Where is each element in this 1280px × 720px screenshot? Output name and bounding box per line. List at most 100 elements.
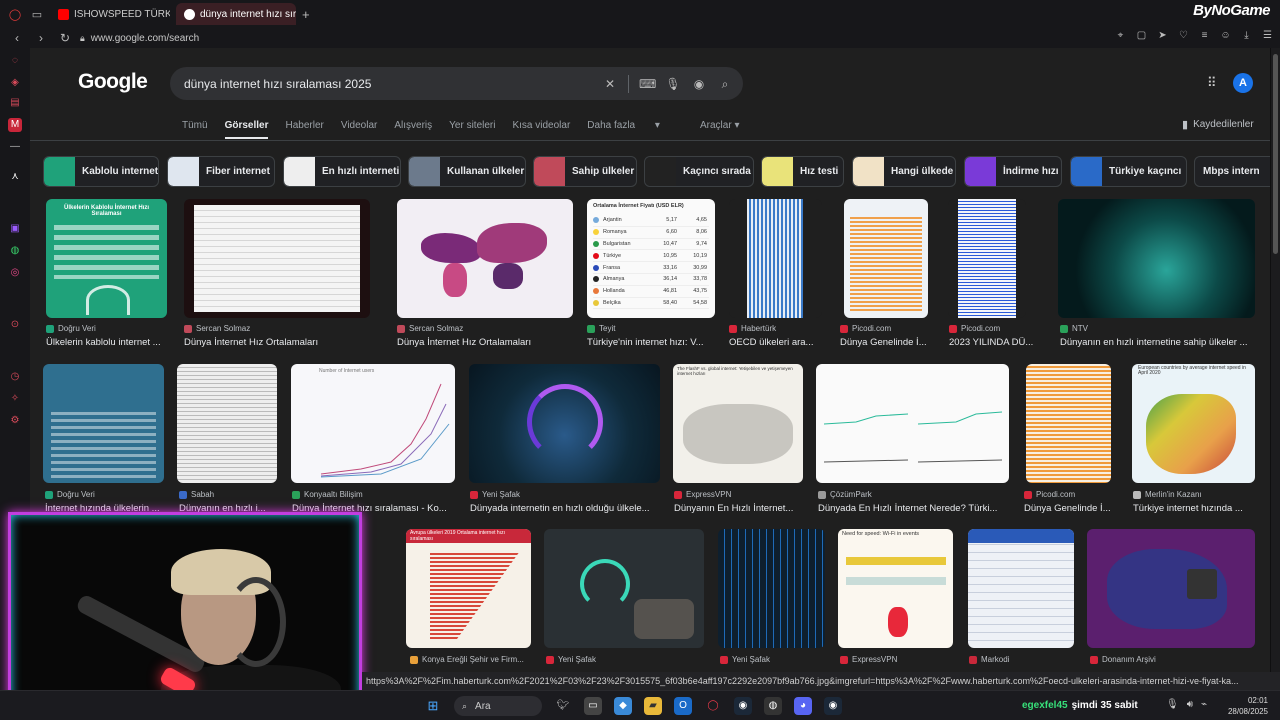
result-title-8[interactable]: Dünyanın en hızlı internetine sahip ülke… xyxy=(1060,337,1256,348)
discord-icon[interactable]: ◕ xyxy=(794,697,812,715)
chip-en-hizli[interactable]: En hızlı interneti xyxy=(283,156,401,187)
result-image-18[interactable] xyxy=(544,529,704,648)
send-icon[interactable]: ➤ xyxy=(1156,30,1169,44)
result-source-19[interactable]: Yeni Şafak xyxy=(720,655,770,664)
result-title-6[interactable]: Dünya Genelinde İ... xyxy=(840,337,935,348)
url-field[interactable]: 🔒︎ www.google.com/search xyxy=(80,33,199,44)
result-source-2[interactable]: Sercan Solmaz xyxy=(184,324,250,333)
result-image-15[interactable] xyxy=(1026,364,1111,483)
result-source-15[interactable]: Picodi.com xyxy=(1024,490,1075,499)
menu-icon[interactable]: ≡ xyxy=(1198,30,1211,44)
result-image-11[interactable]: Number of Internet users xyxy=(291,364,455,483)
reload-icon[interactable]: ↻ xyxy=(58,31,72,45)
result-source-4[interactable]: Teyit xyxy=(587,324,615,333)
taskbar-clock[interactable]: 02:01 28/08/2025 xyxy=(1222,695,1268,717)
chip-kacinci[interactable]: Kaçıncı sırada xyxy=(644,156,754,187)
snapshot-icon[interactable]: ▢ xyxy=(1135,30,1148,44)
m-app-icon[interactable]: M xyxy=(8,118,22,132)
taskbar-search[interactable]: ⌕ Ara xyxy=(454,696,542,716)
tab-shopping[interactable]: Alışveriş xyxy=(394,120,432,139)
back-icon[interactable]: ‹ xyxy=(10,31,24,45)
result-image-8[interactable] xyxy=(1058,199,1255,318)
result-source-9[interactable]: Doğru Veri xyxy=(45,490,95,499)
result-image-9[interactable] xyxy=(43,364,164,483)
result-image-6[interactable] xyxy=(844,199,928,318)
result-title-16[interactable]: Türkiye internet hızında ... xyxy=(1133,503,1256,514)
result-source-13[interactable]: ExpressVPN xyxy=(674,490,731,499)
result-image-19[interactable] xyxy=(718,529,825,648)
player-icon[interactable]: ▤ xyxy=(8,96,22,110)
result-source-11[interactable]: Konyaaltı Bilişim xyxy=(292,490,363,499)
outlook-icon[interactable]: O xyxy=(674,697,692,715)
tab-videos[interactable]: Videolar xyxy=(341,120,378,139)
result-title-13[interactable]: Dünyanın En Hızlı İnternet... xyxy=(674,503,810,514)
scrollbar-thumb[interactable] xyxy=(1273,54,1278,254)
github-icon[interactable]: ◍ xyxy=(764,697,782,715)
result-source-8[interactable]: NTV xyxy=(1060,324,1088,333)
result-image-1[interactable]: Ülkelerin Kablolu İnternet Hızı Sıralama… xyxy=(46,199,167,318)
result-image-22[interactable] xyxy=(1087,529,1255,648)
mic-tray-icon[interactable]: 🎙︎ xyxy=(1166,699,1179,710)
history-icon[interactable]: ◷ xyxy=(8,370,22,384)
result-image-16[interactable]: European countries by average internet s… xyxy=(1132,364,1255,483)
account-icon[interactable]: ☺ xyxy=(1219,30,1232,44)
result-title-4[interactable]: Türkiye'nin internet hızı: V... xyxy=(587,337,719,348)
result-source-16[interactable]: Merlin'in Kazanı xyxy=(1133,490,1202,499)
result-title-2[interactable]: Dünya İnternet Hız Ortalamaları xyxy=(184,337,374,348)
result-image-3[interactable] xyxy=(397,199,573,318)
result-image-14[interactable] xyxy=(816,364,1009,483)
forward-icon[interactable]: › xyxy=(34,31,48,45)
chip-indirme[interactable]: İndirme hızı xyxy=(964,156,1062,187)
result-image-4[interactable]: Ortalama İnternet Fiyatı (USD ELR) Arjan… xyxy=(587,199,715,318)
result-title-7[interactable]: 2023 YILINDA DÜ... xyxy=(949,337,1039,348)
result-title-3[interactable]: Dünya İnternet Hız Ortalamaları xyxy=(397,337,573,348)
result-source-5[interactable]: Habertürk xyxy=(729,324,776,333)
steam-icon[interactable]: ◉ xyxy=(734,697,752,715)
result-image-12[interactable] xyxy=(469,364,660,483)
tab-places[interactable]: Yer siteleri xyxy=(449,120,495,139)
result-image-7[interactable] xyxy=(948,199,1026,318)
result-source-3[interactable]: Sercan Solmaz xyxy=(397,324,463,333)
lens-icon[interactable]: ◉ xyxy=(691,76,707,92)
result-image-20[interactable]: Need for speed: Wi-Fi in events xyxy=(838,529,953,648)
crypto-wallet-icon[interactable]: ◈ xyxy=(8,76,22,90)
result-source-20[interactable]: ExpressVPN xyxy=(840,655,897,664)
result-image-2[interactable] xyxy=(184,199,370,318)
windows-start-icon[interactable]: ⊞ xyxy=(424,697,442,715)
result-source-6[interactable]: Picodi.com xyxy=(840,324,891,333)
network-icon[interactable]: ⌁ xyxy=(1201,699,1207,710)
google-logo[interactable]: Google xyxy=(78,70,148,94)
search-icon[interactable]: ⌕ xyxy=(717,76,733,92)
chip-sahip[interactable]: Sahip ülkeler xyxy=(533,156,637,187)
heart-icon[interactable]: ♡ xyxy=(1177,30,1190,44)
task-view-icon[interactable]: ▭ xyxy=(584,697,602,715)
chip-kullanan[interactable]: Kullanan ülkeler xyxy=(408,156,526,187)
twitch-icon[interactable]: ▣ xyxy=(8,222,22,236)
result-image-21[interactable] xyxy=(968,529,1074,648)
page-scrollbar[interactable] xyxy=(1271,48,1280,690)
opera-taskbar-icon[interactable]: ◯ xyxy=(704,697,722,715)
tab-all[interactable]: Tümü xyxy=(182,120,208,139)
chip-hangi[interactable]: Hangi ülkede xyxy=(852,156,956,187)
opera-icon[interactable]: ◯ xyxy=(8,7,22,21)
search-box[interactable]: dünya internet hızı sıralaması 2025 ✕ ⌨ … xyxy=(170,67,743,100)
result-title-5[interactable]: OECD ülkeleri ara... xyxy=(729,337,829,348)
result-title-1[interactable]: Ülkelerin kablolu internet ... xyxy=(46,337,167,348)
chip-fiber[interactable]: Fiber internet xyxy=(167,156,275,187)
pin-icon[interactable]: ⌖ xyxy=(1114,30,1127,44)
download-icon[interactable]: ⤓ xyxy=(1240,30,1253,44)
tab-panel-icon[interactable]: ▭ xyxy=(30,7,44,21)
clear-icon[interactable]: ✕ xyxy=(602,76,618,92)
apps-grid-icon[interactable]: ⠿ xyxy=(1207,76,1221,90)
result-source-1[interactable]: Doğru Veri xyxy=(46,324,96,333)
settings-gear-icon[interactable]: ⚙ xyxy=(8,414,22,428)
result-source-7[interactable]: Picodi.com xyxy=(949,324,1000,333)
result-source-21[interactable]: Markodi xyxy=(969,655,1009,664)
avatar[interactable]: A xyxy=(1233,73,1253,93)
instagram-icon[interactable]: ◎ xyxy=(8,266,22,280)
tab-more[interactable]: Daha fazla ▾ xyxy=(587,120,677,139)
tab-ishowspeed[interactable]: ISHOWSPEED TÜRKİYE R xyxy=(50,3,170,25)
arrow-app-icon[interactable]: ⋏ xyxy=(8,170,22,184)
volume-icon[interactable]: 🔊︎ xyxy=(1187,699,1193,710)
result-image-5[interactable] xyxy=(729,199,822,318)
